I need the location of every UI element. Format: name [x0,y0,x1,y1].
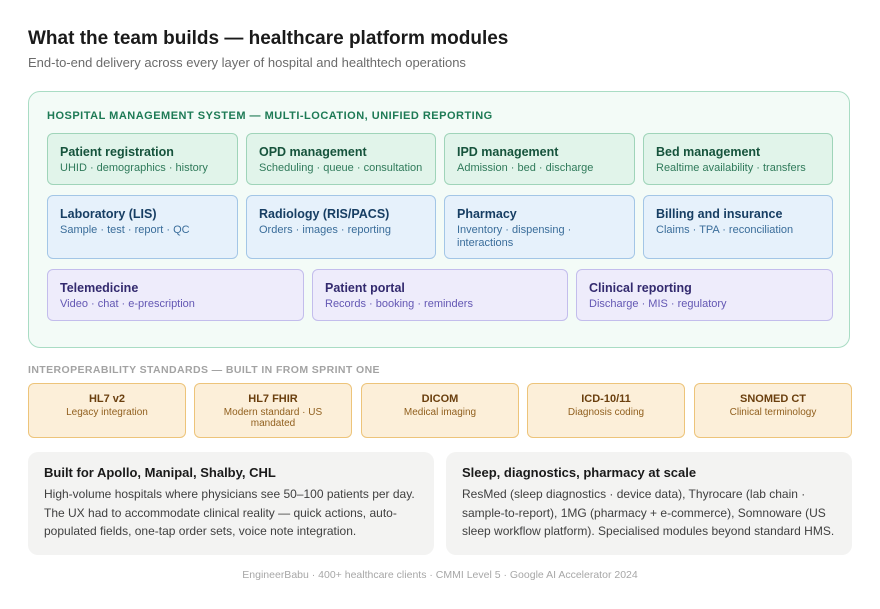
module-ipd-management: IPD management Admission · bed · dischar… [444,133,635,185]
module-name: Radiology (RIS/PACS) [259,207,390,221]
module-name: Telemedicine [60,281,139,295]
module-name: Laboratory (LIS) [60,207,157,221]
module-desc: Orders · images · reporting [259,224,392,236]
module-desc: UHID · demographics · history [60,162,208,174]
standard-name: HL7 v2 [88,393,126,405]
card-body: High-volume hospitals where physicians s… [44,487,415,538]
module-radiology: Radiology (RIS/PACS) Orders · images · r… [246,195,436,259]
module-name: OPD management [259,145,367,159]
standard-name: HL7 FHIR [248,393,298,405]
card-diagnostics: Sleep, diagnostics, pharmacy at scale Re… [446,452,852,555]
module-desc: Inventory · dispensing · interactions [457,224,572,249]
module-telemedicine: Telemedicine Video · chat · e-prescripti… [47,269,304,321]
module-name: Patient registration [60,145,174,159]
module-billing-insurance: Billing and insurance Claims · TPA · rec… [643,195,833,259]
standard-dicom: DICOM Medical imaging [361,383,519,438]
standard-hl7-v2: HL7 v2 Legacy integration [28,383,186,438]
standard-name: ICD-10/11 [581,393,631,405]
card-title: Built for Apollo, Manipal, Shalby, CHL [44,465,276,480]
module-desc: Records · booking · reminders [325,298,473,310]
module-patient-registration: Patient registration UHID · demographics… [47,133,238,185]
module-desc: Admission · bed · discharge [457,162,594,174]
standard-name: DICOM [421,393,459,405]
module-name: Clinical reporting [589,281,692,295]
module-name: IPD management [457,145,559,159]
standard-name: SNOMED CT [740,393,806,405]
module-name: Pharmacy [457,207,517,221]
module-name: Bed management [656,145,761,159]
module-name: Billing and insurance [656,207,783,221]
standard-desc: Clinical terminology [729,407,817,418]
module-patient-portal: Patient portal Records · booking · remin… [312,269,568,321]
module-clinical-reporting: Clinical reporting Discharge · MIS · reg… [576,269,833,321]
standard-hl7-fhir: HL7 FHIR Modern standard · US mandated [194,383,352,438]
page-title: What the team builds — healthcare platfo… [28,28,509,49]
standard-desc: Legacy integration [66,407,148,418]
module-pharmacy: Pharmacy Inventory · dispensing · intera… [444,195,635,259]
module-opd-management: OPD management Scheduling · queue · cons… [246,133,436,185]
module-laboratory: Laboratory (LIS) Sample · test · report … [47,195,238,259]
module-desc: Realtime availability · transfers [656,162,806,174]
standard-desc: Diagnosis coding [567,407,645,418]
hms-panel: HOSPITAL MANAGEMENT SYSTEM — MULTI-LOCAT… [28,91,850,348]
page-subtitle: End-to-end delivery across every layer o… [28,55,466,70]
interop-heading: INTEROPERABILITY STANDARDS — BUILT IN FR… [28,364,380,376]
standard-desc: Medical imaging [403,407,477,418]
card-body: ResMed (sleep diagnostics · device data)… [462,487,835,538]
module-desc: Claims · TPA · reconciliation [656,224,794,236]
footer-text: EngineerBabu · 400+ healthcare clients ·… [242,569,638,581]
standard-icd: ICD-10/11 Diagnosis coding [527,383,685,438]
module-desc: Scheduling · queue · consultation [259,162,423,174]
module-desc: Discharge · MIS · regulatory [589,298,727,310]
standard-desc: Modern standard · US mandated [223,407,323,429]
card-title: Sleep, diagnostics, pharmacy at scale [462,465,697,480]
module-desc: Video · chat · e-prescription [60,298,195,310]
card-hospitals: Built for Apollo, Manipal, Shalby, CHL H… [28,452,434,555]
module-desc: Sample · test · report · QC [60,224,190,236]
module-bed-management: Bed management Realtime availability · t… [643,133,833,185]
module-name: Patient portal [325,281,405,295]
standard-snomed-ct: SNOMED CT Clinical terminology [694,383,852,438]
hms-heading: HOSPITAL MANAGEMENT SYSTEM — MULTI-LOCAT… [47,110,493,122]
